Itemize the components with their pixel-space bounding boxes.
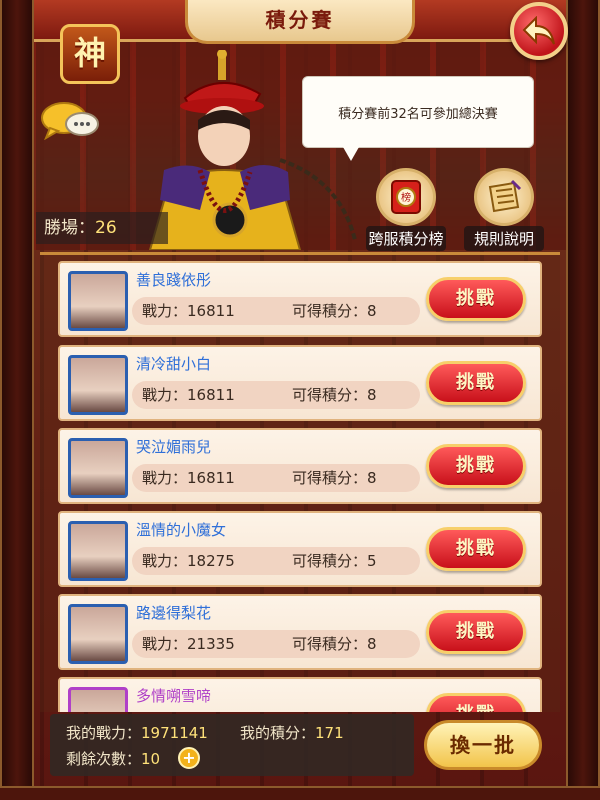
challenge-button[interactable]: 挑戰 bbox=[426, 610, 526, 654]
avatar bbox=[68, 271, 128, 331]
list-item: 善良踐依彤 戰力：16811 可得積分：8 挑戰 bbox=[58, 261, 542, 337]
list-item: 哭泣媚雨兒 戰力：16811 可得積分：8 挑戰 bbox=[58, 428, 542, 504]
avatar bbox=[68, 521, 128, 581]
power-text: 戰力：18275 bbox=[142, 552, 235, 570]
opponent-name: 溫情的小魔女 bbox=[136, 521, 227, 539]
back-arrow-icon bbox=[522, 16, 555, 45]
wins-label: 勝場： bbox=[44, 218, 95, 238]
opponent-name: 哭泣媚雨兒 bbox=[136, 438, 212, 456]
player-summary: 我的戰力：1971141 我的積分：171 剩餘次數：10 + bbox=[50, 714, 414, 776]
list-item: 多情嗍雪啼 挑戰 bbox=[58, 677, 542, 712]
frame-bottom bbox=[0, 786, 600, 800]
list-item: 溫情的小魔女 戰力：18275 可得積分：5 挑戰 bbox=[58, 511, 542, 587]
points-text: 可得積分：8 bbox=[292, 635, 377, 653]
challenge-button[interactable]: 挑戰 bbox=[426, 277, 526, 321]
plus-icon[interactable]: + bbox=[178, 747, 200, 769]
power-text: 戰力：16811 bbox=[142, 302, 235, 320]
refresh-button[interactable]: 換一批 bbox=[424, 720, 542, 770]
svg-text:榜: 榜 bbox=[401, 191, 411, 204]
page-title: 積分賽 bbox=[185, 0, 415, 44]
opponent-name: 善良踐依彤 bbox=[136, 271, 212, 289]
avatar bbox=[68, 438, 128, 498]
remaining-attempts: 剩餘次數：10 bbox=[66, 750, 161, 768]
opponent-list[interactable]: 善良踐依彤 戰力：16811 可得積分：8 挑戰 清冷甜小白 戰力：16811 … bbox=[40, 252, 560, 712]
wins-value: 26 bbox=[95, 218, 117, 238]
opponent-stats: 戰力：16811 可得積分：8 bbox=[132, 381, 420, 409]
frame-left bbox=[0, 0, 34, 800]
rules-scroll-icon bbox=[474, 168, 534, 226]
opponent-stats: 戰力：16811 可得積分：8 bbox=[132, 464, 420, 492]
ranking-scroll-icon: 榜 bbox=[376, 168, 436, 226]
avatar bbox=[68, 604, 128, 664]
challenge-button[interactable]: 挑戰 bbox=[426, 527, 526, 571]
points-text: 可得積分：8 bbox=[292, 469, 377, 487]
wins-counter: 勝場：26 bbox=[36, 212, 168, 244]
list-item: 路邊得梨花 戰力：21335 可得積分：8 挑戰 bbox=[58, 594, 542, 670]
list-item: 清冷甜小白 戰力：16811 可得積分：8 挑戰 bbox=[58, 345, 542, 421]
avatar bbox=[68, 355, 128, 415]
rules-label: 規則說明 bbox=[464, 226, 544, 251]
opponent-name: 多情嗍雪啼 bbox=[136, 687, 212, 705]
cross-server-ranking-button[interactable]: 榜 跨服積分榜 bbox=[366, 168, 446, 251]
opponent-name: 路邊得梨花 bbox=[136, 604, 212, 622]
my-points: 我的積分：171 bbox=[240, 724, 344, 742]
speech-bubble: 積分賽前32名可參加總決賽 bbox=[302, 76, 534, 161]
frame-right bbox=[566, 0, 600, 800]
back-button[interactable] bbox=[510, 2, 568, 60]
avatar bbox=[68, 687, 128, 712]
points-text: 可得積分：8 bbox=[292, 386, 377, 404]
cross-server-ranking-label: 跨服積分榜 bbox=[366, 226, 446, 251]
opponent-name: 清冷甜小白 bbox=[136, 355, 212, 373]
challenge-button[interactable]: 挑戰 bbox=[426, 444, 526, 488]
points-text: 可得積分：8 bbox=[292, 302, 377, 320]
challenge-button[interactable]: 挑戰 bbox=[426, 693, 526, 712]
opponent-stats: 戰力：21335 可得積分：8 bbox=[132, 630, 420, 658]
power-text: 戰力：16811 bbox=[142, 469, 235, 487]
challenge-button[interactable]: 挑戰 bbox=[426, 361, 526, 405]
opponent-stats: 戰力：18275 可得積分：5 bbox=[132, 547, 420, 575]
god-badge[interactable]: 神 bbox=[60, 24, 120, 84]
opponent-stats: 戰力：16811 可得積分：8 bbox=[132, 297, 420, 325]
my-power: 我的戰力：1971141 bbox=[66, 724, 208, 742]
power-text: 戰力：16811 bbox=[142, 386, 235, 404]
power-text: 戰力：21335 bbox=[142, 635, 235, 653]
points-text: 可得積分：5 bbox=[292, 552, 377, 570]
chat-bubble-icon[interactable] bbox=[40, 100, 100, 141]
rules-button[interactable]: 規則說明 bbox=[464, 168, 544, 251]
